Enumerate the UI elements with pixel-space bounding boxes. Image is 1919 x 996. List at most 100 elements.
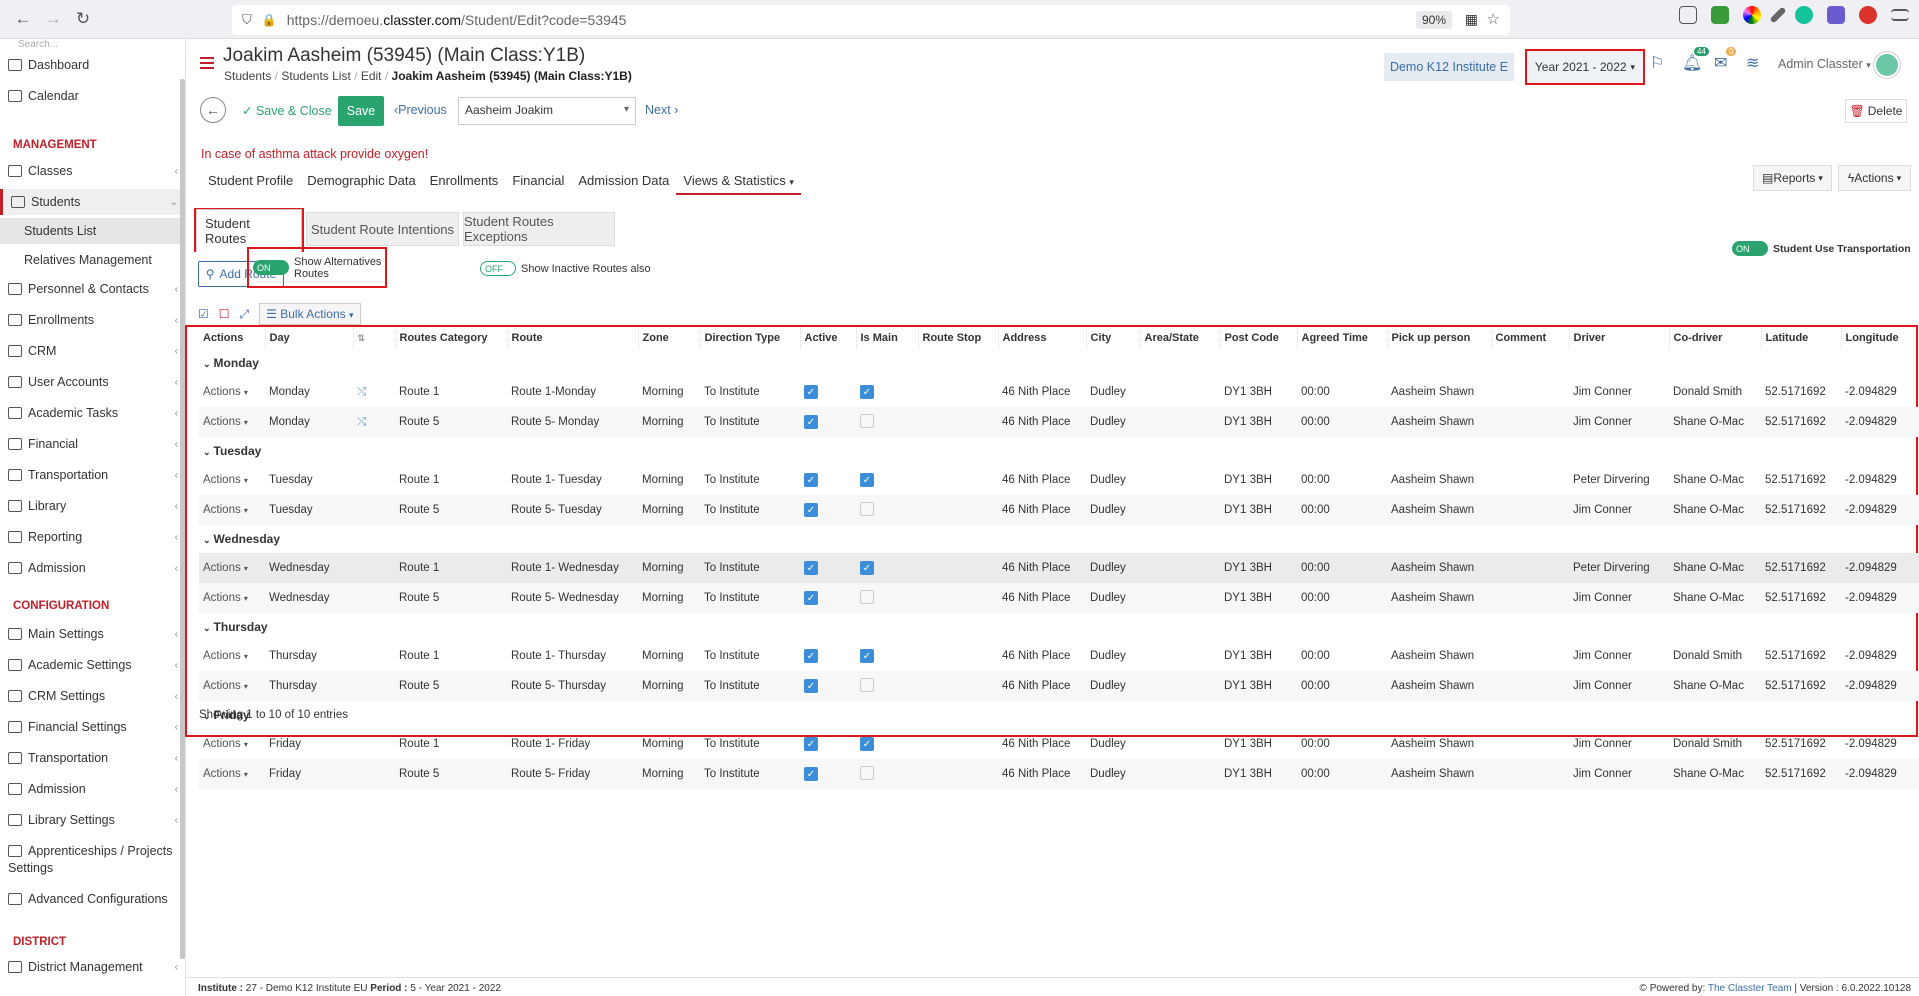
table-row[interactable]: Actions ▾ Tuesday Route 1 Route 1- Tuesday M… (199, 465, 1919, 495)
row-actions-dropdown[interactable]: Actions ▾ (199, 671, 265, 701)
expand-icon[interactable]: ⤢ (240, 307, 250, 322)
active-checkbox[interactable] (804, 649, 818, 663)
table-row[interactable]: Actions ▾ Tuesday Route 5 Route 5- Tuesday M… (199, 495, 1919, 525)
save-close-button[interactable]: ✓ Save & Close (242, 103, 332, 118)
sidebar-item-students-list[interactable]: Students List (0, 218, 184, 244)
col-post-code[interactable]: Post Code (1220, 327, 1298, 349)
tab-demographic-data[interactable]: Demographic Data (300, 167, 422, 195)
alternative-route-icon[interactable]: ⤭ (357, 416, 366, 428)
group-row[interactable]: ⌄ Tuesday (199, 437, 1919, 465)
sidebar-item-admission-settings[interactable]: Admission ‹ (0, 776, 184, 802)
grammarly-icon[interactable] (1795, 6, 1813, 24)
row-actions-dropdown[interactable]: Actions ▾ (199, 583, 265, 613)
table-row[interactable]: Actions ▾ Wednesday Route 5 Route 5- Wednes… (199, 583, 1919, 613)
table-row[interactable]: Actions ▾ Thursday Route 1 Route 1- Thursda… (199, 641, 1919, 671)
select-all-icon[interactable]: ☑ (198, 307, 209, 321)
is-main-checkbox[interactable] (860, 589, 874, 604)
sidebar-item-classes[interactable]: Classes ‹ (0, 158, 184, 184)
pocket-icon[interactable] (1679, 6, 1697, 24)
sidebar-item-main-settings[interactable]: Main Settings ‹ (0, 621, 184, 647)
back-button[interactable]: ← (200, 97, 226, 123)
col-day[interactable]: Day (265, 327, 354, 349)
layers-icon[interactable]: ≋ (1746, 53, 1768, 75)
col-routes-category[interactable]: Routes Category (395, 327, 508, 349)
sidebar-item-crm[interactable]: CRM ‹ (0, 338, 184, 364)
is-main-checkbox[interactable] (860, 501, 874, 516)
reload-icon[interactable]: ↻ (68, 4, 98, 34)
shield-ext-icon[interactable] (1827, 6, 1845, 24)
sidebar-search[interactable]: Search... (18, 39, 58, 50)
previous-button[interactable]: ‹Previous (394, 103, 447, 117)
col-driver[interactable]: Driver (1569, 327, 1670, 349)
envelope-icon[interactable]: ✉ 0 (1714, 47, 1737, 75)
is-main-checkbox[interactable] (860, 385, 874, 399)
tab-enrollments[interactable]: Enrollments (423, 167, 506, 195)
col-agreed-time[interactable]: Agreed Time (1297, 327, 1388, 349)
group-row[interactable]: ⌄ Thursday (199, 613, 1919, 641)
tab-admission-data[interactable]: Admission Data (571, 167, 676, 195)
is-main-checkbox[interactable] (860, 473, 874, 487)
col-active[interactable]: Active (800, 327, 857, 349)
row-actions-dropdown[interactable]: Actions ▾ (199, 759, 265, 789)
active-checkbox[interactable] (804, 385, 818, 399)
active-checkbox[interactable] (804, 737, 818, 751)
tab-views-statistics[interactable]: Views & Statistics ▾ (676, 167, 801, 195)
table-row[interactable]: Actions ▾ Monday ⤭ Route 5 Route 5- Monday Mo… (199, 407, 1919, 437)
active-checkbox[interactable] (804, 591, 818, 605)
star-icon[interactable]: ☆ (1487, 10, 1500, 28)
hamburger-icon[interactable] (200, 57, 214, 69)
forward-arrow-icon[interactable]: → (38, 4, 68, 34)
bell-icon[interactable]: 🔔︎ 44 (1682, 47, 1709, 75)
adblock-icon[interactable] (1859, 6, 1877, 24)
col-actions[interactable]: Actions (199, 327, 266, 349)
subtab-route-intentions[interactable]: Student Route Intentions (306, 212, 459, 246)
col-city[interactable]: City (1086, 327, 1141, 349)
sidebar-item-library[interactable]: Library ‹ (0, 493, 184, 519)
breadcrumb-students[interactable]: Students (224, 69, 271, 83)
row-actions-dropdown[interactable]: Actions ▾ (199, 729, 265, 759)
row-actions-dropdown[interactable]: Actions ▾ (199, 495, 265, 525)
color-wheel-icon[interactable] (1743, 6, 1761, 24)
admin-menu[interactable]: Admin Classter ▾ (1778, 57, 1871, 71)
row-actions-dropdown[interactable]: Actions ▾ (199, 465, 265, 495)
next-button[interactable]: Next › (645, 103, 678, 117)
col-area-state[interactable]: Area/State (1140, 327, 1221, 349)
sidebar-item-relatives[interactable]: Relatives Management (0, 247, 184, 273)
classter-team-link[interactable]: The Classter Team (1708, 983, 1792, 994)
active-checkbox[interactable] (804, 503, 818, 517)
subtab-route-exceptions[interactable]: Student Routes Exceptions (463, 212, 615, 246)
deselect-icon[interactable]: ☐ (219, 307, 230, 321)
col-direction-type[interactable]: Direction Type (700, 327, 801, 349)
col-is-main[interactable]: Is Main (856, 327, 919, 349)
table-row[interactable]: Actions ▾ Thursday Route 5 Route 5- Thursda… (199, 671, 1919, 701)
sidebar-item-dashboard[interactable]: Dashboard (0, 52, 184, 78)
extension-new-icon[interactable] (1711, 6, 1729, 24)
sidebar-item-personnel[interactable]: Personnel & Contacts ‹ (0, 276, 184, 302)
avatar[interactable] (1874, 52, 1900, 78)
is-main-checkbox[interactable] (860, 765, 874, 780)
col-alt[interactable]: ⇅ (353, 327, 396, 349)
sidebar-item-user-accounts[interactable]: User Accounts ‹ (0, 369, 184, 395)
reports-dropdown[interactable]: ▤ Reports ▾ (1753, 165, 1832, 191)
institute-button[interactable]: Demo K12 Institute E (1384, 53, 1514, 81)
active-checkbox[interactable] (804, 473, 818, 487)
zoom-badge[interactable]: 90% (1415, 11, 1452, 29)
is-main-checkbox[interactable] (860, 561, 874, 575)
active-checkbox[interactable] (804, 415, 818, 429)
flag-icon[interactable]: ⚐ (1650, 53, 1672, 75)
back-arrow-icon[interactable]: ← (8, 4, 38, 34)
active-checkbox[interactable] (804, 767, 818, 781)
group-row[interactable]: ⌄ Monday (199, 349, 1919, 377)
col-route-stop[interactable]: Route Stop (918, 327, 999, 349)
row-actions-dropdown[interactable]: Actions ▾ (199, 377, 265, 407)
col-latitude[interactable]: Latitude (1761, 327, 1842, 349)
sidebar-item-academic-tasks[interactable]: Academic Tasks ‹ (0, 400, 184, 426)
sidebar-item-enrollments[interactable]: Enrollments ‹ (0, 307, 184, 333)
group-row[interactable]: ⌄ Friday (199, 701, 1919, 729)
tab-financial[interactable]: Financial (505, 167, 571, 195)
row-actions-dropdown[interactable]: Actions ▾ (199, 553, 265, 583)
sidebar-item-admission[interactable]: Admission ‹ (0, 555, 184, 581)
table-row[interactable]: Actions ▾ Wednesday Route 1 Route 1- Wednes… (199, 553, 1919, 583)
student-select[interactable]: Aasheim Joakim (458, 97, 636, 125)
menu-icon[interactable] (1891, 9, 1909, 21)
